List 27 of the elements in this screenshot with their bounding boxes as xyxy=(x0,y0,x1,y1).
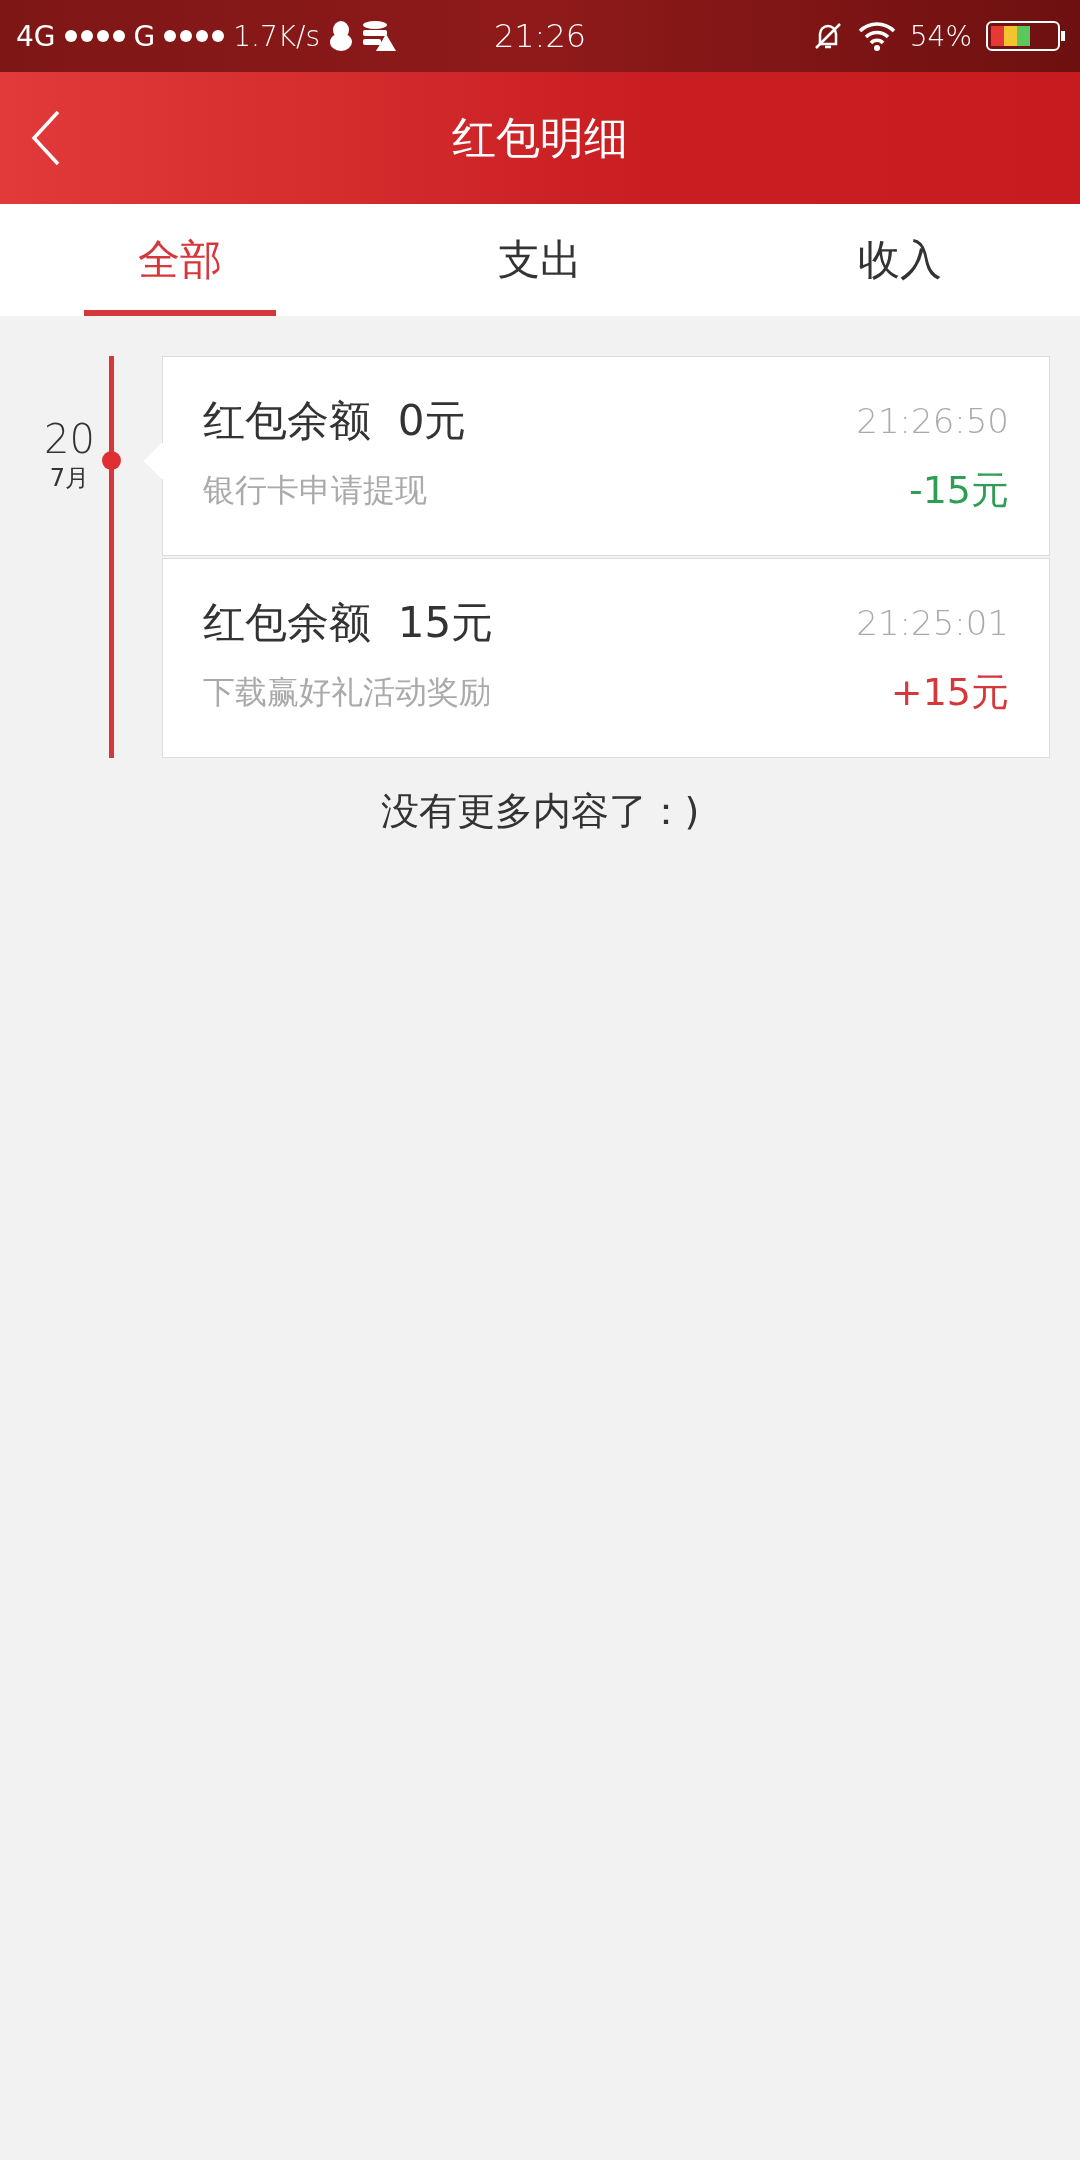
clock: 21:26 xyxy=(493,17,587,55)
transaction-description: 下载赢好礼活动奖励 xyxy=(203,671,491,713)
database-warning-icon xyxy=(362,20,397,52)
tab[interactable]: 全部 xyxy=(0,204,360,316)
signal-icon xyxy=(63,29,126,43)
wifi-icon xyxy=(857,21,896,51)
battery-percent: 54% xyxy=(909,19,972,53)
signal-icon xyxy=(163,29,226,43)
balance-text: 红包余额 0元 xyxy=(203,395,467,447)
network-label: 4G xyxy=(16,19,56,53)
date-month: 7月 xyxy=(49,463,90,494)
tab[interactable]: 支出 xyxy=(360,204,720,316)
transaction-card[interactable]: 红包余额 15元 21:25:01 下载赢好礼活动奖励 +15元 xyxy=(162,558,1050,758)
transaction-time: 21:25:01 xyxy=(856,603,1009,643)
network-label: G xyxy=(133,19,156,53)
transaction-description: 银行卡申请提现 xyxy=(203,469,427,511)
tab[interactable]: 收入 xyxy=(720,204,1080,316)
page-title: 红包明细 xyxy=(452,110,628,165)
network-speed: 1.7K/s xyxy=(233,19,321,53)
battery-icon xyxy=(986,21,1066,51)
transaction-amount: +15元 xyxy=(890,669,1009,716)
timeline-dot xyxy=(102,451,121,470)
transaction-time: 21:26:50 xyxy=(856,401,1009,441)
transaction-amount: -15元 xyxy=(908,467,1009,514)
balance-text: 红包余额 15元 xyxy=(203,597,494,649)
end-of-list-text: 没有更多内容了：) xyxy=(380,788,700,835)
date-day: 20 xyxy=(44,416,95,462)
